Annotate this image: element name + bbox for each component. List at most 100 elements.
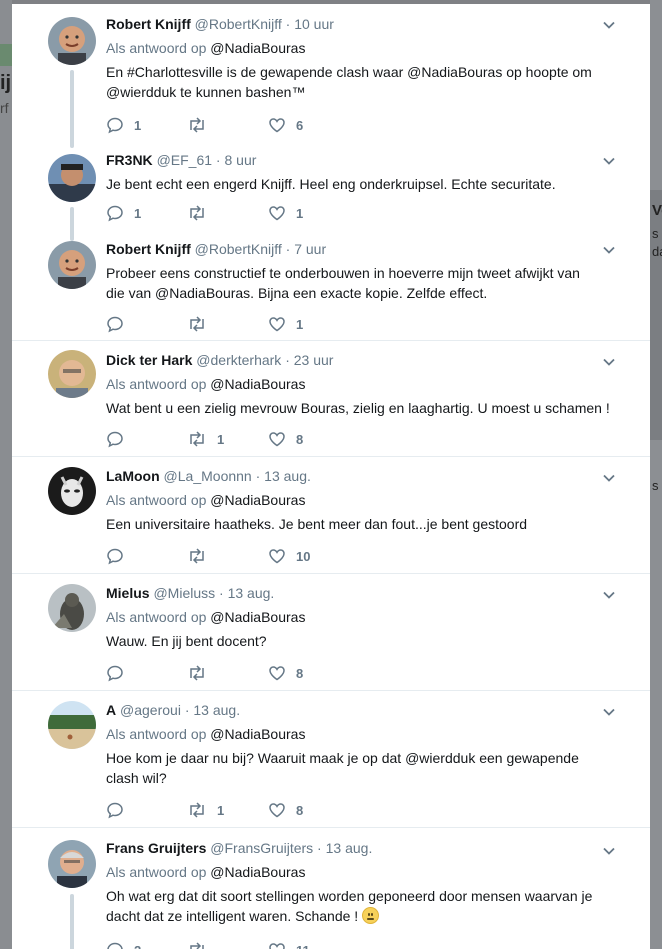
reply-button[interactable]: [106, 546, 134, 566]
reply-mention[interactable]: @NadiaBouras: [210, 492, 305, 508]
chevron-down-icon[interactable]: [602, 471, 616, 485]
reply-label: Als antwoord op: [106, 864, 207, 880]
chevron-down-icon[interactable]: [602, 355, 616, 369]
retweet-count: 1: [217, 431, 225, 447]
tweet-item[interactable]: Frans Gruijters @FransGruijters · 13 aug…: [12, 828, 650, 949]
like-button[interactable]: 6: [268, 115, 303, 135]
display-name[interactable]: A: [106, 702, 116, 718]
handle[interactable]: @RobertKnijff: [195, 241, 282, 257]
timestamp[interactable]: 8 uur: [224, 152, 256, 168]
chevron-down-icon[interactable]: [602, 18, 616, 32]
timestamp[interactable]: 23 uur: [294, 352, 334, 368]
tweet-item[interactable]: LaMoon @La_Moonnn · 13 aug. Als antwoord…: [12, 457, 650, 574]
reply-button[interactable]: [106, 314, 134, 334]
retweet-button[interactable]: [187, 663, 217, 683]
reply-mention[interactable]: @NadiaBouras: [210, 609, 305, 625]
reply-icon: [107, 117, 123, 134]
reply-button[interactable]: 2: [106, 940, 141, 949]
handle[interactable]: @FransGruijters: [210, 840, 313, 856]
reply-button[interactable]: [106, 800, 134, 820]
avatar[interactable]: [48, 701, 96, 749]
avatar[interactable]: [48, 350, 96, 398]
retweet-button[interactable]: 1: [187, 800, 224, 820]
like-button[interactable]: 8: [268, 800, 303, 820]
retweet-icon: [190, 665, 204, 681]
like-button[interactable]: 8: [268, 663, 303, 683]
timestamp[interactable]: 13 aug.: [193, 702, 240, 718]
avatar[interactable]: [48, 241, 96, 289]
display-name[interactable]: Robert Knijff: [106, 241, 191, 257]
retweet-icon: [190, 942, 204, 949]
tweet-text: Wauw. En jij bent docent?: [106, 633, 267, 649]
display-name[interactable]: FR3NK: [106, 152, 153, 168]
heart-icon: [269, 549, 285, 564]
chevron-down-icon[interactable]: [602, 588, 616, 602]
reply-mention[interactable]: @NadiaBouras: [210, 40, 305, 56]
avatar[interactable]: [48, 584, 96, 632]
tweet-text: Een universitaire haatheks. Je bent meer…: [106, 516, 528, 532]
tweet-item[interactable]: Robert Knijff @RobertKnijff · 10 uur Als…: [12, 4, 650, 148]
avatar[interactable]: [48, 154, 96, 202]
chevron-down-icon[interactable]: [602, 705, 616, 719]
timestamp[interactable]: 7 uur: [294, 241, 326, 257]
avatar[interactable]: [48, 467, 96, 515]
retweet-button[interactable]: [187, 940, 217, 949]
timestamp[interactable]: 13 aug.: [264, 468, 311, 484]
background-subtitle: rf: [0, 100, 9, 116]
tweet-item[interactable]: A @ageroui · 13 aug. Als antwoord op @Na…: [12, 691, 650, 828]
tweet-item[interactable]: FR3NK @EF_61 · 8 uur Je bent echt een en…: [12, 139, 650, 241]
display-name[interactable]: Robert Knijff: [106, 16, 191, 32]
handle[interactable]: @Mieluss: [153, 585, 215, 601]
reply-label: Als antwoord op: [106, 40, 207, 56]
timestamp[interactable]: 10 uur: [294, 16, 334, 32]
display-name[interactable]: Dick ter Hark: [106, 352, 192, 368]
tweet-item[interactable]: Robert Knijff @RobertKnijff · 7 uur Prob…: [12, 228, 650, 341]
timestamp[interactable]: 13 aug.: [228, 585, 275, 601]
heart-icon: [269, 206, 285, 221]
retweet-button[interactable]: [187, 314, 217, 334]
reply-button[interactable]: [106, 429, 134, 449]
handle[interactable]: @ageroui: [120, 702, 181, 718]
reply-button[interactable]: [106, 663, 134, 683]
reply-button[interactable]: 1: [106, 203, 141, 223]
retweet-button[interactable]: [187, 115, 217, 135]
chevron-down-icon[interactable]: [602, 154, 616, 168]
chevron-down-icon[interactable]: [602, 844, 616, 858]
like-button[interactable]: 1: [268, 314, 303, 334]
reply-mention[interactable]: @NadiaBouras: [210, 864, 305, 880]
timestamp[interactable]: 13 aug.: [326, 840, 373, 856]
handle[interactable]: @EF_61: [157, 152, 212, 168]
like-button[interactable]: 1: [268, 203, 303, 223]
tweet-item[interactable]: Mielus @Mieluss · 13 aug. Als antwoord o…: [12, 574, 650, 691]
avatar[interactable]: [48, 840, 96, 888]
reply-icon: [107, 665, 123, 682]
background-card-text: s: [652, 478, 659, 493]
retweet-button[interactable]: [187, 546, 217, 566]
like-count: 1: [296, 316, 304, 332]
retweet-button[interactable]: [187, 203, 217, 223]
background-page-left: [0, 0, 12, 949]
reply-mention[interactable]: @NadiaBouras: [210, 376, 305, 392]
display-name[interactable]: Frans Gruijters: [106, 840, 206, 856]
reply-mention[interactable]: @NadiaBouras: [210, 726, 305, 742]
retweet-button[interactable]: 1: [187, 429, 224, 449]
like-button[interactable]: 11: [268, 940, 310, 949]
thread-line: [70, 894, 74, 949]
like-button[interactable]: 10: [268, 546, 310, 566]
background-page-right: [650, 0, 662, 949]
grimace-emoji-icon: [362, 907, 380, 924]
display-name[interactable]: LaMoon: [106, 468, 160, 484]
tweet-item[interactable]: Dick ter Hark @derkterhark · 23 uur Als …: [12, 341, 650, 457]
tweet-text: Je bent echt een engerd Knijff. Heel eng…: [106, 176, 556, 192]
handle[interactable]: @La_Moonnn: [164, 468, 252, 484]
display-name[interactable]: Mielus: [106, 585, 150, 601]
reply-label: Als antwoord op: [106, 609, 207, 625]
heart-icon: [269, 666, 285, 681]
handle[interactable]: @derkterhark: [196, 352, 281, 368]
chevron-down-icon[interactable]: [602, 243, 616, 257]
reply-label: Als antwoord op: [106, 376, 207, 392]
handle[interactable]: @RobertKnijff: [195, 16, 282, 32]
like-button[interactable]: 8: [268, 429, 303, 449]
reply-button[interactable]: 1: [106, 115, 141, 135]
avatar[interactable]: [48, 17, 96, 65]
